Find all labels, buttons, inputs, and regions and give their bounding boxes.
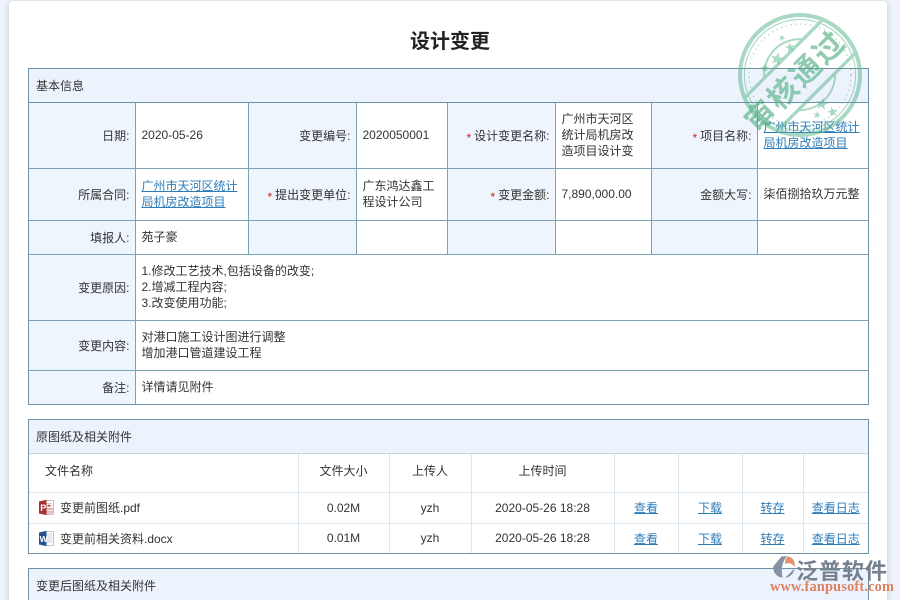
svg-text:P: P	[40, 503, 46, 513]
svg-text:W: W	[40, 534, 49, 544]
